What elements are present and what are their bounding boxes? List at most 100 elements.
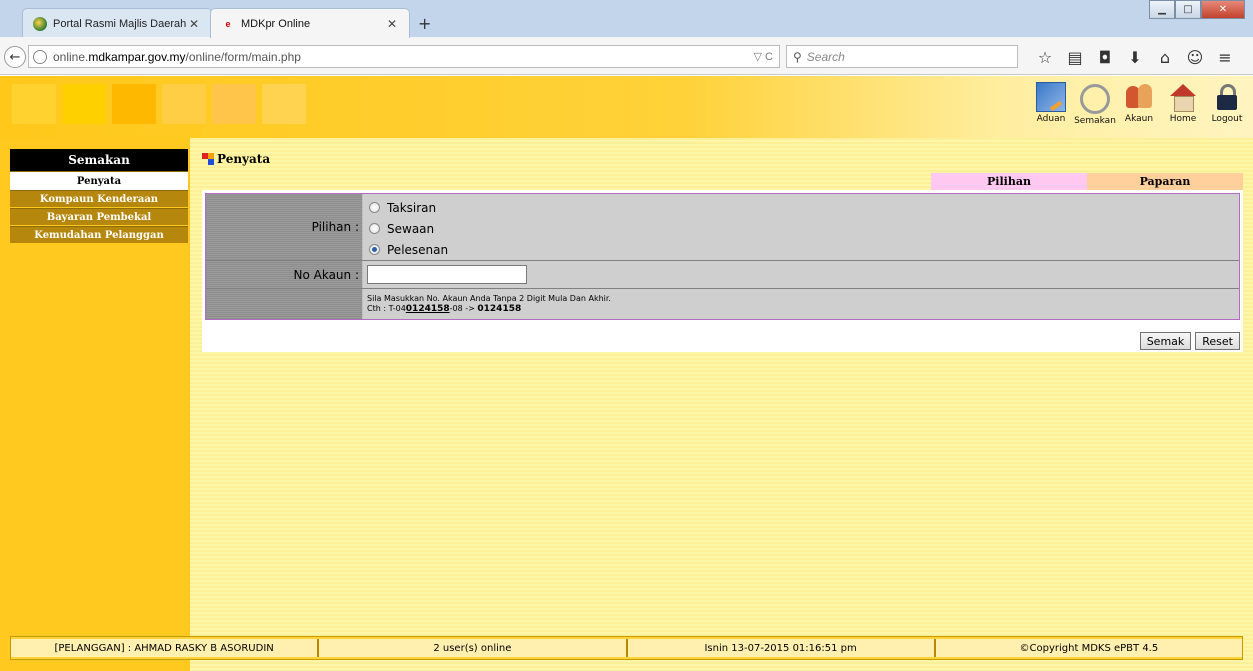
pocket-icon[interactable]: ◘ <box>1090 46 1120 68</box>
note-prefix: Cth : T-04 <box>367 304 406 313</box>
tab-label: MDKpr Online <box>241 17 311 30</box>
window-controls: ▁ □ ✕ <box>1149 0 1245 19</box>
header-decor-block <box>62 84 106 124</box>
globe-favicon-icon <box>33 16 47 31</box>
footer-bar: [PELANGGAN] : AHMAD RASKY B ASORUDIN 2 u… <box>10 636 1243 660</box>
window-close-icon[interactable]: ✕ <box>1201 0 1245 19</box>
sidebar-item-penyata[interactable]: Penyata <box>10 171 188 190</box>
akaun-label: Akaun <box>1124 114 1154 124</box>
new-tab-button[interactable]: + <box>418 14 431 33</box>
magnifier-icon <box>1080 84 1110 114</box>
toolbar-icons: ☆ ▤ ◘ ⬇ ⌂ ☺ ≡ <box>1030 46 1240 68</box>
sidebar-item-kemudahan-pelanggan[interactable]: Kemudahan Pelanggan <box>10 226 188 243</box>
footer-online-count: 2 user(s) online <box>319 639 628 657</box>
sidebar-title: Semakan <box>10 149 188 171</box>
address-bar[interactable]: online. mdkampar.gov.my/online/form/main.… <box>28 45 780 68</box>
tab-pilihan[interactable]: Pilihan <box>931 173 1087 190</box>
footer: [PELANGGAN] : AHMAD RASKY B ASORUDIN 2 u… <box>0 616 1253 671</box>
search-placeholder: Search <box>806 49 845 64</box>
pilihan-label: Pilihan : <box>206 194 363 260</box>
no-akaun-input[interactable] <box>367 265 527 284</box>
form-row-pilihan: Pilihan : Taksiran Sewaan Pelesenan <box>206 194 1239 261</box>
search-input[interactable]: ⚲ Search <box>786 45 1018 68</box>
home-link[interactable]: Home <box>1163 82 1203 126</box>
epbt-favicon-icon: e <box>225 18 231 29</box>
users-icon <box>1124 82 1154 112</box>
header-nav: Aduan Semakan Akaun Home Logout <box>1031 82 1247 126</box>
footer-copyright: ©Copyright MDKS ePBT 4.5 <box>935 639 1242 657</box>
logout-label: Logout <box>1211 114 1243 124</box>
note-line1: Sila Masukkan No. Akaun Anda Tanpa 2 Dig… <box>367 294 611 303</box>
sidebar-item-kompaun-kenderaan[interactable]: Kompaun Kenderaan <box>10 190 188 207</box>
url-prefix: online. <box>53 49 89 64</box>
maximize-icon[interactable]: □ <box>1175 0 1201 19</box>
home-icon[interactable]: ⌂ <box>1150 46 1180 68</box>
padlock-icon <box>1212 82 1242 112</box>
reset-button[interactable]: Reset <box>1195 332 1240 350</box>
option-label: Sewaan <box>387 221 435 236</box>
site-info-icon[interactable] <box>33 49 47 64</box>
form-buttons: Semak Reset <box>1139 332 1240 350</box>
url-path: /online/form/main.php <box>185 49 301 64</box>
colored-squares-icon <box>202 153 214 165</box>
penyata-form: Pilihan : Taksiran Sewaan Pelesenan No A… <box>205 193 1240 320</box>
form-panel: Pilihan : Taksiran Sewaan Pelesenan No A… <box>202 190 1243 352</box>
note-suffix: -08 -> <box>449 304 478 313</box>
form-row-note: Sila Masukkan No. Akaun Anda Tanpa 2 Dig… <box>206 289 1239 319</box>
reload-icon[interactable]: ▽ C <box>754 50 773 63</box>
option-label: Taksiran <box>387 200 437 215</box>
akaun-link[interactable]: Akaun <box>1119 82 1159 126</box>
radio-pelesenan[interactable] <box>369 244 380 255</box>
option-label: Pelesenan <box>387 242 449 257</box>
menu-icon[interactable]: ≡ <box>1210 46 1240 68</box>
note-result: 0124158 <box>477 304 522 314</box>
browser-tab-portal[interactable]: Portal Rasmi Majlis Daerah ... ✕ <box>22 8 212 38</box>
radio-sewaan[interactable] <box>369 223 380 234</box>
header-decor-block <box>112 84 156 124</box>
option-sewaan[interactable]: Sewaan <box>367 218 1235 239</box>
header-decor-block <box>12 84 56 124</box>
chat-icon[interactable]: ☺ <box>1180 46 1210 68</box>
semak-button[interactable]: Semak <box>1139 332 1192 350</box>
house-icon <box>1168 82 1198 112</box>
tab-paparan[interactable]: Paparan <box>1087 173 1243 190</box>
page: Aduan Semakan Akaun Home Logout Semakan … <box>0 76 1253 671</box>
url-domain: mdkampar.gov.my <box>88 49 186 64</box>
bookmarks-icon[interactable]: ▤ <box>1060 46 1090 68</box>
star-icon[interactable]: ☆ <box>1030 46 1060 68</box>
sidebar-item-bayaran-pembekal[interactable]: Bayaran Pembekal <box>10 208 188 225</box>
download-icon[interactable]: ⬇ <box>1120 46 1150 68</box>
aduan-label: Aduan <box>1036 114 1066 124</box>
no-akaun-cell <box>363 261 1239 288</box>
minimize-icon[interactable]: ▁ <box>1149 0 1175 19</box>
semakan-link[interactable]: Semakan <box>1074 82 1116 126</box>
header-decor-block <box>162 84 206 124</box>
account-note: Sila Masukkan No. Akaun Anda Tanpa 2 Dig… <box>363 289 1239 319</box>
semakan-label: Semakan <box>1074 116 1116 126</box>
browser-tab-mdkpr[interactable]: e MDKpr Online ✕ <box>210 8 410 38</box>
logout-link[interactable]: Logout <box>1207 82 1247 126</box>
close-icon[interactable]: ✕ <box>187 17 201 31</box>
note-line2: Cth : T-040124158-08 -> 0124158 <box>367 304 1235 314</box>
search-icon: ⚲ <box>793 49 802 64</box>
section-title: Penyata <box>202 152 270 166</box>
page-header: Aduan Semakan Akaun Home Logout <box>0 76 1253 138</box>
note-example: 0124158 <box>405 304 450 314</box>
section-title-text: Penyata <box>217 152 271 166</box>
aduan-link[interactable]: Aduan <box>1031 82 1071 126</box>
note-label-cell <box>206 289 363 319</box>
browser-navbar: ← online. mdkampar.gov.my/online/form/mai… <box>0 37 1253 75</box>
pilihan-options: Taksiran Sewaan Pelesenan <box>363 194 1239 260</box>
option-pelesenan[interactable]: Pelesenan <box>367 239 1235 260</box>
header-decor-block <box>262 84 306 124</box>
close-icon[interactable]: ✕ <box>385 17 399 31</box>
radio-taksiran[interactable] <box>369 202 380 213</box>
footer-datetime: Isnin 13-07-2015 01:16:51 pm <box>627 639 936 657</box>
tab-label: Portal Rasmi Majlis Daerah ... <box>53 17 187 30</box>
browser-tabbar: Portal Rasmi Majlis Daerah ... ✕ e MDKpr… <box>0 0 1253 38</box>
header-decor-block <box>212 84 256 124</box>
sidebar: Semakan Penyata Kompaun Kenderaan Bayara… <box>0 138 190 671</box>
option-taksiran[interactable]: Taksiran <box>367 197 1235 218</box>
back-arrow-icon[interactable]: ← <box>4 46 26 68</box>
footer-user: [PELANGGAN] : AHMAD RASKY B ASORUDIN <box>11 639 320 657</box>
